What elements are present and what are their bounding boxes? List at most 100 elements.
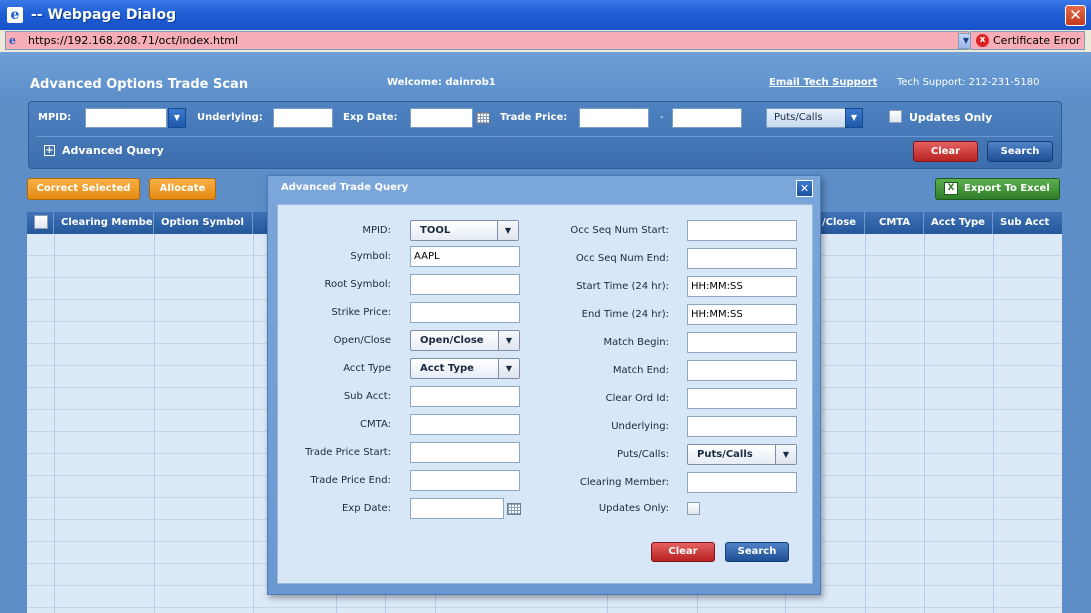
- puts-calls-dropdown-icon[interactable]: ▼: [845, 108, 863, 128]
- trade-price-start-field[interactable]: [410, 442, 520, 463]
- clearing-member-label: Clearing Member:: [579, 477, 669, 488]
- trade-price-label: Trade Price:: [500, 112, 568, 123]
- select-all-cell: [27, 212, 54, 234]
- mpid-field-select[interactable]: TOOL ▼: [410, 220, 519, 241]
- underlying-field-label: Underlying:: [611, 421, 669, 432]
- exp-date-field[interactable]: [410, 498, 504, 519]
- window-close-button[interactable]: ✕: [1065, 5, 1086, 26]
- updates-only-field-checkbox[interactable]: [687, 502, 700, 515]
- address-field[interactable]: e https://192.168.208.71/oct/index.html …: [5, 31, 974, 50]
- calendar-icon[interactable]: [476, 112, 490, 124]
- certificate-error-icon: x: [976, 34, 989, 47]
- occ-seq-end-input[interactable]: [687, 248, 797, 269]
- grid-col-line: [865, 234, 866, 613]
- clear-ord-id-input[interactable]: [687, 388, 797, 409]
- root-symbol-input[interactable]: [410, 274, 520, 295]
- trade-price-start-input[interactable]: [579, 108, 649, 128]
- dialog-close-icon[interactable]: ✕: [796, 180, 813, 197]
- col-acct-type[interactable]: Acct Type: [924, 212, 993, 234]
- match-begin-input[interactable]: [687, 332, 797, 353]
- grid-col-line: [54, 234, 55, 613]
- symbol-label: Symbol:: [350, 251, 391, 262]
- correct-selected-button[interactable]: Correct Selected: [27, 178, 140, 200]
- export-to-excel-label: Export To Excel: [964, 183, 1050, 194]
- export-to-excel-button[interactable]: X Export To Excel: [935, 178, 1060, 200]
- open-close-chevron-down-icon: ▼: [498, 331, 519, 350]
- match-end-input[interactable]: [687, 360, 797, 381]
- strike-price-label: Strike Price:: [331, 307, 391, 318]
- grid-col-line: [253, 234, 254, 613]
- sub-acct-input[interactable]: [410, 386, 520, 407]
- address-bar: e https://192.168.208.71/oct/index.html …: [0, 30, 1091, 52]
- browser-icon: e: [7, 7, 23, 23]
- mpid-label: MPID:: [38, 112, 72, 123]
- updates-only-checkbox[interactable]: [889, 110, 902, 123]
- acct-type-label: Acct Type: [343, 363, 391, 374]
- search-panel: MPID: ▼ Underlying: Exp Date: Trade Pric…: [28, 101, 1062, 169]
- dialog-clear-button[interactable]: Clear: [651, 542, 715, 562]
- allocate-button[interactable]: Allocate: [149, 178, 216, 200]
- clearing-member-input[interactable]: [687, 472, 797, 493]
- underlying-label: Underlying:: [197, 112, 263, 123]
- trade-price-start-label: Trade Price Start:: [305, 447, 391, 458]
- panel-divider: [37, 136, 1053, 137]
- exp-date-calendar-icon[interactable]: [507, 503, 521, 515]
- grid-col-line: [924, 234, 925, 613]
- excel-icon: X: [944, 182, 958, 195]
- expand-plus-icon[interactable]: +: [44, 145, 55, 156]
- col-sub-acct[interactable]: Sub Acct: [993, 212, 1062, 234]
- trade-price-end-field[interactable]: [410, 470, 520, 491]
- certificate-error-button[interactable]: x Certificate Error: [970, 31, 1085, 50]
- email-tech-support-link[interactable]: Email Tech Support: [769, 77, 877, 88]
- trade-price-end-label: Trade Price End:: [310, 475, 391, 486]
- mpid-dropdown-icon[interactable]: ▼: [168, 108, 186, 128]
- occ-seq-end-label: Occ Seq Num End:: [575, 253, 669, 264]
- select-all-checkbox[interactable]: [34, 215, 48, 229]
- trade-price-end-input[interactable]: [672, 108, 742, 128]
- col-cmta[interactable]: CMTA: [865, 212, 924, 234]
- symbol-input[interactable]: AAPL: [410, 246, 520, 267]
- exp-date-input[interactable]: [410, 108, 473, 128]
- occ-seq-start-input[interactable]: [687, 220, 797, 241]
- puts-calls-chevron-down-icon: ▼: [775, 445, 796, 464]
- acct-type-select[interactable]: Acct Type ▼: [410, 358, 520, 379]
- certificate-error-label: Certificate Error: [993, 34, 1081, 47]
- grid-col-line: [993, 234, 994, 613]
- exp-date-field-label: Exp Date:: [341, 503, 391, 514]
- search-button[interactable]: Search: [987, 141, 1053, 162]
- price-range-separator: -: [660, 112, 664, 123]
- match-end-label: Match End:: [612, 365, 669, 376]
- start-time-input[interactable]: HH:MM:SS: [687, 276, 797, 297]
- col-option-symbol[interactable]: Option Symbol: [154, 212, 253, 234]
- puts-calls-select[interactable]: Puts/Calls: [766, 108, 846, 128]
- advanced-query-toggle[interactable]: Advanced Query: [62, 144, 164, 157]
- puts-calls-field-select[interactable]: Puts/Calls ▼: [687, 444, 797, 465]
- updates-only-label: Updates Only: [909, 111, 993, 124]
- puts-calls-field-label: Puts/Calls:: [617, 449, 669, 460]
- cmta-input[interactable]: [410, 414, 520, 435]
- mpid-input[interactable]: [85, 108, 167, 128]
- exp-date-label: Exp Date:: [343, 112, 398, 123]
- app-title: Advanced Options Trade Scan: [30, 77, 249, 92]
- advanced-trade-query-dialog: Advanced Trade Query ✕ MPID: TOOL ▼ Symb…: [267, 175, 821, 595]
- grid-col-line: [154, 234, 155, 613]
- mpid-chevron-down-icon: ▼: [497, 221, 518, 240]
- end-time-input[interactable]: HH:MM:SS: [687, 304, 797, 325]
- acct-type-chevron-down-icon: ▼: [498, 359, 519, 378]
- root-symbol-label: Root Symbol:: [324, 279, 391, 290]
- clear-button[interactable]: Clear: [913, 141, 978, 162]
- strike-price-input[interactable]: [410, 302, 520, 323]
- match-begin-label: Match Begin:: [603, 337, 669, 348]
- mpid-field-value: TOOL: [420, 225, 451, 236]
- occ-seq-start-label: Occ Seq Num Start:: [570, 225, 669, 236]
- start-time-label: Start Time (24 hr):: [576, 281, 669, 292]
- address-url: https://192.168.208.71/oct/index.html: [28, 34, 239, 47]
- underlying-input[interactable]: [273, 108, 333, 128]
- open-close-value: Open/Close: [420, 335, 484, 346]
- dialog-search-button[interactable]: Search: [725, 542, 789, 562]
- open-close-select[interactable]: Open/Close ▼: [410, 330, 520, 351]
- col-clearing-member[interactable]: Clearing Membe: [54, 212, 154, 234]
- dialog-body: MPID: TOOL ▼ Symbol: AAPL Root Symbol: S…: [277, 204, 813, 584]
- col-open-close[interactable]: /Close: [815, 212, 865, 234]
- underlying-field[interactable]: [687, 416, 797, 437]
